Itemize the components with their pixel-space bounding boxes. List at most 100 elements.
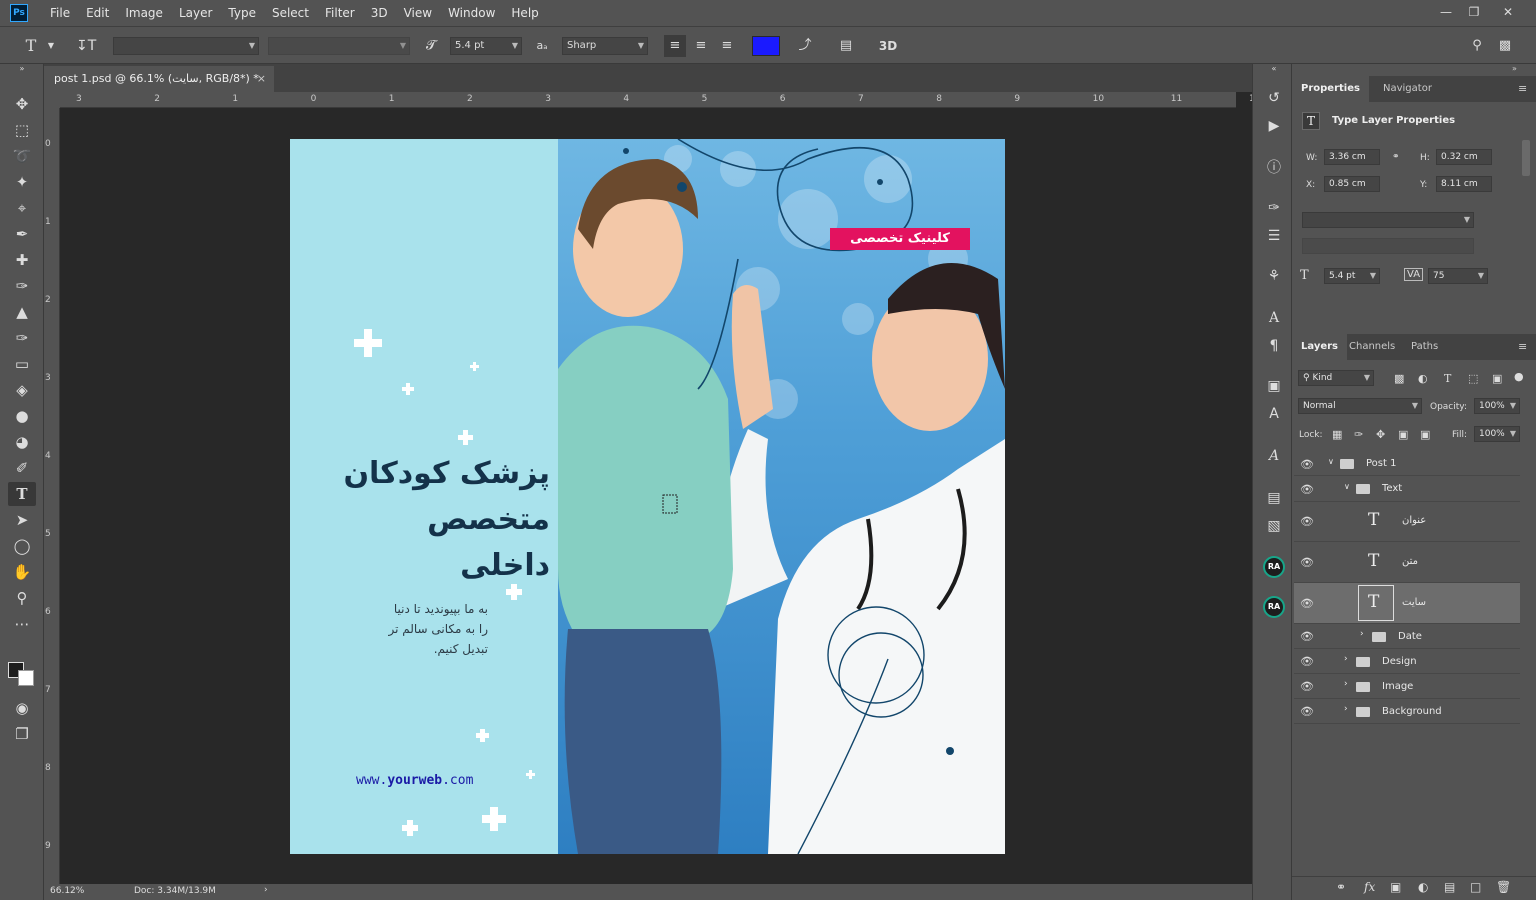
close-icon[interactable]: ✕ bbox=[1498, 3, 1518, 21]
libraries-icon[interactable]: ▤ bbox=[1263, 488, 1285, 508]
restore-icon[interactable]: ❐ bbox=[1464, 3, 1484, 21]
lock-pixels-icon[interactable]: ✑ bbox=[1354, 428, 1363, 441]
tracking-field[interactable]: 75 ▼ bbox=[1428, 268, 1488, 284]
clone-source-icon[interactable]: ⚘ bbox=[1263, 266, 1285, 286]
play-icon[interactable]: ▶ bbox=[1263, 116, 1285, 136]
type-tool-preset-icon[interactable]: T bbox=[22, 38, 40, 54]
menu-view[interactable]: View bbox=[396, 0, 440, 26]
tab-navigator[interactable]: Navigator bbox=[1374, 76, 1441, 102]
new-layer-icon[interactable]: □ bbox=[1470, 880, 1481, 894]
minimize-icon[interactable]: — bbox=[1436, 3, 1456, 21]
chevron-right-icon[interactable]: › bbox=[1344, 679, 1348, 689]
eye-icon[interactable]: 👁 bbox=[1300, 597, 1314, 610]
layer-row[interactable]: 👁 ∨ Text bbox=[1294, 476, 1520, 502]
eyedropper-tool-icon[interactable]: ✒ bbox=[8, 222, 36, 246]
chevron-right-icon[interactable]: › bbox=[1344, 704, 1348, 714]
tab-properties[interactable]: Properties bbox=[1292, 76, 1369, 102]
align-right-icon[interactable]: ≡ bbox=[718, 38, 736, 54]
fx-icon[interactable]: fx bbox=[1364, 880, 1375, 894]
background-color-swatch[interactable] bbox=[18, 670, 34, 686]
chevron-down-icon[interactable]: ∨ bbox=[1344, 482, 1350, 491]
type-tool-icon[interactable]: T bbox=[8, 482, 36, 506]
crop-tool-icon[interactable]: ⌖ bbox=[8, 196, 36, 220]
notes-icon[interactable]: ▧ bbox=[1263, 516, 1285, 536]
tab-channels[interactable]: Channels bbox=[1340, 334, 1404, 360]
history-brush-tool-icon[interactable]: ✑ bbox=[8, 326, 36, 350]
font-style-select[interactable]: ▼ bbox=[268, 37, 410, 55]
lasso-tool-icon[interactable]: ➰ bbox=[8, 144, 36, 168]
chevron-right-icon[interactable]: › bbox=[1344, 654, 1348, 664]
font-size-field[interactable]: 5.4 pt ▼ bbox=[1324, 268, 1380, 284]
eye-icon[interactable]: 👁 bbox=[1300, 680, 1314, 693]
quick-mask-icon[interactable]: ◉ bbox=[8, 696, 36, 720]
adjustments-icon[interactable]: ☰ bbox=[1263, 226, 1285, 246]
magic-wand-tool-icon[interactable]: ✦ bbox=[8, 170, 36, 194]
link-icon[interactable]: ⚭ bbox=[1392, 152, 1400, 162]
layer-mask-icon[interactable]: ▣ bbox=[1390, 880, 1401, 894]
filter-shape-icon[interactable]: ⬚ bbox=[1468, 372, 1478, 385]
lock-transparency-icon[interactable]: ▦ bbox=[1332, 428, 1342, 441]
blend-mode-select[interactable]: Normal ▼ bbox=[1298, 398, 1422, 414]
eye-icon[interactable]: 👁 bbox=[1300, 515, 1314, 528]
history-icon[interactable]: ↺ bbox=[1263, 88, 1285, 108]
threed-icon[interactable]: 3D bbox=[876, 38, 900, 54]
eye-icon[interactable]: 👁 bbox=[1300, 458, 1314, 471]
layer-row[interactable]: 👁 › Background bbox=[1294, 699, 1520, 724]
glyphs-icon[interactable]: A bbox=[1263, 446, 1285, 466]
menu-type[interactable]: Type bbox=[220, 0, 264, 26]
eye-icon[interactable]: 👁 bbox=[1300, 556, 1314, 569]
info-icon[interactable]: ⓘ bbox=[1263, 158, 1285, 178]
menu-filter[interactable]: Filter bbox=[317, 0, 363, 26]
pen-tool-icon[interactable]: ✐ bbox=[8, 456, 36, 480]
tab-layers[interactable]: Layers bbox=[1292, 334, 1347, 360]
opacity-field[interactable]: 100% ▼ bbox=[1474, 398, 1520, 414]
y-field[interactable]: 8.11 cm bbox=[1436, 176, 1492, 192]
tab-paths[interactable]: Paths bbox=[1402, 334, 1447, 360]
character-styles-icon[interactable]: ▣ bbox=[1263, 376, 1285, 396]
layer-row-selected[interactable]: 👁 T سایت bbox=[1294, 583, 1520, 624]
zoom-tool-icon[interactable]: ⚲ bbox=[8, 586, 36, 610]
close-icon[interactable]: × bbox=[257, 66, 266, 92]
ra-plugin-icon[interactable]: RA bbox=[1263, 556, 1285, 578]
chevron-right-icon[interactable]: › bbox=[264, 885, 268, 895]
menu-select[interactable]: Select bbox=[264, 0, 317, 26]
layer-row[interactable]: 👁 › Design bbox=[1294, 649, 1520, 674]
link-layers-icon[interactable]: ⚭ bbox=[1336, 880, 1346, 894]
chevron-right-icon[interactable]: › bbox=[1360, 629, 1364, 639]
hand-tool-icon[interactable]: ✋ bbox=[8, 560, 36, 584]
screen-mode-icon[interactable]: ❐ bbox=[8, 722, 36, 746]
font-family-select[interactable]: ▼ bbox=[113, 37, 259, 55]
align-center-icon[interactable]: ≡ bbox=[692, 38, 710, 54]
marquee-tool-icon[interactable]: ⬚ bbox=[8, 118, 36, 142]
move-tool-icon[interactable]: ✥ bbox=[8, 92, 36, 116]
trash-icon[interactable]: 🗑 bbox=[1496, 880, 1511, 894]
panel-menu-icon[interactable]: ≡ bbox=[1518, 76, 1527, 102]
menu-file[interactable]: File bbox=[42, 0, 78, 26]
paragraph-icon[interactable]: ¶ bbox=[1263, 336, 1285, 356]
filter-toggle-icon[interactable]: ● bbox=[1514, 370, 1524, 383]
document-canvas[interactable]: پزشک کودکان متخصص داخلی به ما بپیوندید ت… bbox=[290, 139, 1005, 854]
layer-filter-select[interactable]: ⚲ Kind ▼ bbox=[1298, 370, 1374, 386]
toggle-orientation-icon[interactable]: ↧T bbox=[76, 38, 96, 54]
layer-row[interactable]: 👁 › Image bbox=[1294, 674, 1520, 699]
collapse-icon[interactable]: » bbox=[8, 64, 36, 74]
lock-position-icon[interactable]: ✥ bbox=[1376, 428, 1385, 441]
menu-image[interactable]: Image bbox=[117, 0, 171, 26]
collapse-icon[interactable]: » bbox=[1512, 64, 1517, 73]
filter-type-icon[interactable]: T bbox=[1444, 372, 1451, 385]
menu-edit[interactable]: Edit bbox=[78, 0, 117, 26]
filter-smart-object-icon[interactable]: ▣ bbox=[1492, 372, 1502, 385]
layer-row[interactable]: 👁 T عنوان bbox=[1294, 502, 1520, 542]
x-field[interactable]: 0.85 cm bbox=[1324, 176, 1380, 192]
eye-icon[interactable]: 👁 bbox=[1300, 630, 1314, 643]
workspace-icon[interactable]: ▩ bbox=[1496, 38, 1514, 54]
menu-help[interactable]: Help bbox=[503, 0, 546, 26]
menu-window[interactable]: Window bbox=[440, 0, 503, 26]
layer-row[interactable]: 👁 T متن bbox=[1294, 542, 1520, 583]
paint-bucket-tool-icon[interactable]: ◈ bbox=[8, 378, 36, 402]
align-left-icon[interactable]: ≡ bbox=[664, 35, 686, 57]
adjustment-layer-icon[interactable]: ◐ bbox=[1418, 880, 1428, 894]
character-panel-icon[interactable]: ▤ bbox=[837, 38, 855, 54]
ra-plugin-icon[interactable]: RA bbox=[1263, 596, 1285, 618]
character-icon[interactable]: A bbox=[1263, 308, 1285, 328]
